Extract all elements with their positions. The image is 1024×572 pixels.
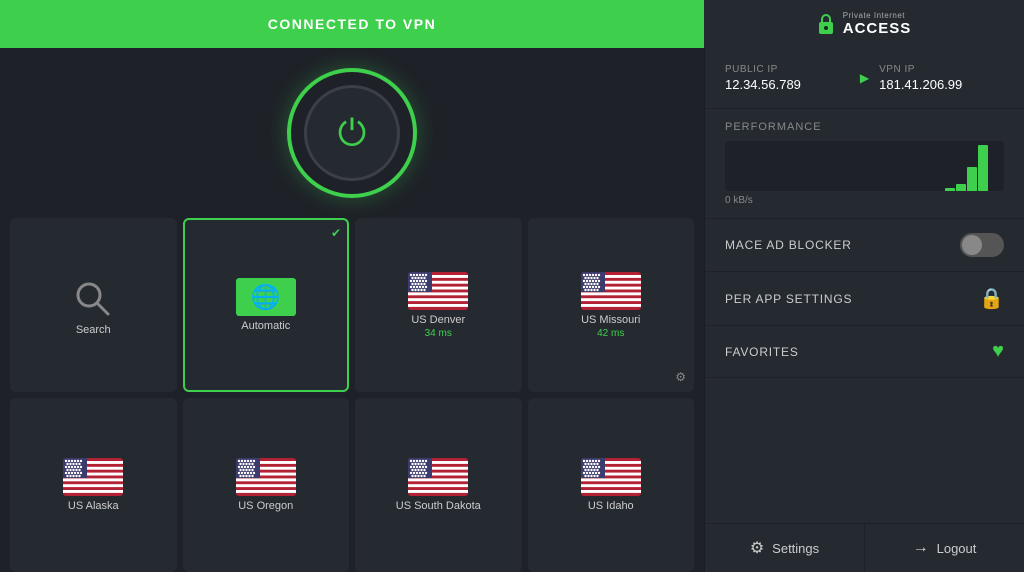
logo-area: Private Internet ACCESS — [704, 0, 1024, 48]
left-panel: ⏻ Search ✔ 🌐 Automati — [0, 48, 704, 572]
search-icon — [68, 274, 118, 324]
performance-section: PERFORMANCE 0 kB/s — [705, 109, 1024, 219]
logo-private: Private Internet — [843, 11, 912, 20]
performance-chart — [725, 141, 1004, 191]
logo-access: ACCESS — [843, 20, 912, 37]
us-denver-flag — [408, 272, 468, 310]
logout-arrow-icon: → — [913, 539, 929, 557]
connected-status-bar: CONNECTED TO VPN — [0, 0, 704, 48]
logout-button[interactable]: → Logout — [865, 524, 1024, 572]
us-idaho-server-item[interactable]: US Idaho — [528, 398, 695, 572]
mace-ad-blocker-section[interactable]: MACE AD BLOCKER — [705, 219, 1024, 272]
per-app-lock-icon: 🔒 — [979, 286, 1004, 311]
us-alaska-flag — [63, 458, 123, 496]
right-panel: Public IP 12.34.56.789 ▶ VPN IP 181.41.2… — [704, 48, 1024, 572]
logout-label: Logout — [937, 541, 977, 556]
performance-title: PERFORMANCE — [725, 121, 1004, 133]
lock-logo-icon — [817, 13, 835, 35]
public-ip-group: Public IP 12.34.56.789 — [725, 64, 850, 92]
us-idaho-label: US Idaho — [588, 500, 634, 512]
favorites-section[interactable]: FAVORITES ♥ — [705, 326, 1024, 378]
us-oregon-server-item[interactable]: US Oregon — [183, 398, 350, 572]
server-grid: Search ✔ 🌐 Automatic — [0, 218, 704, 572]
search-label: Search — [76, 324, 111, 336]
per-app-settings-section[interactable]: PER APP SETTINGS 🔒 — [705, 272, 1024, 326]
us-south-dakota-server-item[interactable]: US South Dakota — [355, 398, 522, 572]
favorites-label: FAVORITES — [725, 345, 799, 359]
mace-ad-blocker-label: MACE AD BLOCKER — [725, 238, 852, 252]
us-missouri-server-item[interactable]: US Missouri 42 ms ⚙ — [528, 218, 695, 392]
bottom-actions: ⚙ Settings → Logout — [705, 523, 1024, 572]
us-denver-server-item[interactable]: US Denver 34 ms — [355, 218, 522, 392]
logo-text-group: Private Internet ACCESS — [843, 11, 912, 37]
us-idaho-flag — [581, 458, 641, 496]
settings-button[interactable]: ⚙ Settings — [705, 524, 865, 572]
per-app-settings-label: PER APP SETTINGS — [725, 292, 852, 306]
us-south-dakota-label: US South Dakota — [396, 500, 481, 512]
us-oregon-label: US Oregon — [238, 500, 293, 512]
vpn-ip-group: VPN IP 181.41.206.99 — [879, 64, 1004, 92]
automatic-server-item[interactable]: ✔ 🌐 Automatic — [183, 218, 350, 392]
favorites-heart-icon: ♥ — [992, 340, 1004, 363]
us-missouri-ms: 42 ms — [597, 328, 624, 339]
search-server-item[interactable]: Search — [10, 218, 177, 392]
us-south-dakota-flag — [408, 458, 468, 496]
us-alaska-label: US Alaska — [68, 500, 119, 512]
vpn-ip-value: 181.41.206.99 — [879, 77, 1004, 92]
mace-ad-blocker-toggle[interactable] — [960, 233, 1004, 257]
us-missouri-flag — [581, 272, 641, 310]
connected-label: CONNECTED TO VPN — [268, 16, 436, 32]
public-ip-value: 12.34.56.789 — [725, 77, 850, 92]
selected-checkmark: ✔ — [331, 226, 341, 240]
power-button[interactable]: ⏻ — [287, 68, 417, 198]
us-alaska-server-item[interactable]: US Alaska — [10, 398, 177, 572]
ip-arrow-icon: ▶ — [860, 71, 869, 85]
us-missouri-label: US Missouri — [581, 314, 640, 326]
auto-icon: 🌐 — [236, 278, 296, 316]
us-denver-ms: 34 ms — [425, 328, 452, 339]
settings-label: Settings — [772, 541, 819, 556]
us-oregon-flag — [236, 458, 296, 496]
automatic-label: Automatic — [241, 320, 290, 332]
settings-small-icon: ⚙ — [675, 370, 686, 384]
globe-icon: 🌐 — [251, 283, 281, 312]
ip-section: Public IP 12.34.56.789 ▶ VPN IP 181.41.2… — [705, 48, 1024, 109]
public-ip-label: Public IP — [725, 64, 850, 75]
vpn-ip-label: VPN IP — [879, 64, 1004, 75]
performance-speed: 0 kB/s — [725, 195, 1004, 206]
settings-gear-icon: ⚙ — [750, 538, 764, 558]
power-icon: ⏻ — [338, 112, 366, 155]
us-denver-label: US Denver — [411, 314, 465, 326]
